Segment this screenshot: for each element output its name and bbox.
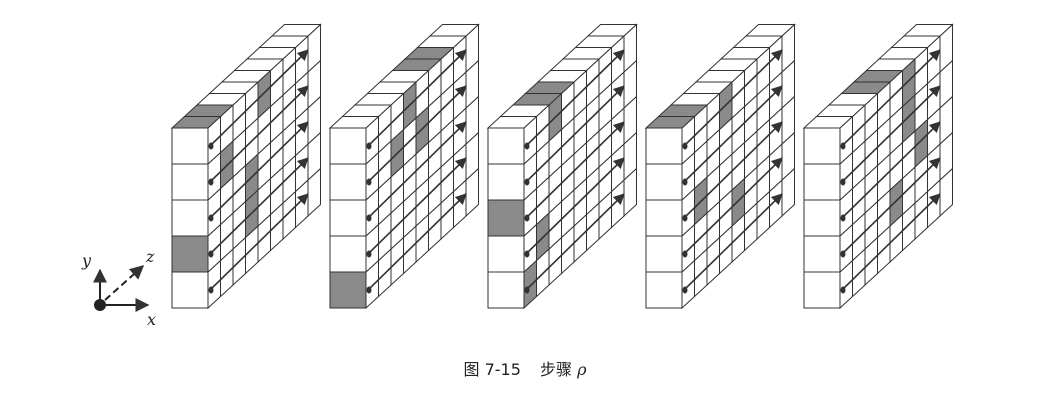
front-cell <box>487 271 525 309</box>
front-cell <box>645 199 683 237</box>
lane-start-dot <box>840 178 846 186</box>
z-axis-arrow <box>104 265 145 301</box>
lane-start-dot <box>524 178 530 186</box>
lane-start-dot <box>208 214 214 222</box>
panel-3 <box>486 23 638 310</box>
front-cell <box>329 127 367 165</box>
front-cell <box>645 127 683 165</box>
panel-4 <box>644 23 796 310</box>
lane-start-dot <box>208 142 214 150</box>
front-cell <box>487 127 525 165</box>
front-cell <box>487 199 525 237</box>
lane-start-dot <box>840 250 846 258</box>
figure-title: 步骤 <box>539 360 572 379</box>
x-axis-label: x <box>147 310 156 329</box>
lane-start-dot <box>840 286 846 294</box>
lane-start-dot <box>524 142 530 150</box>
lane-start-dot <box>208 286 214 294</box>
lane-start-dot <box>682 286 688 294</box>
front-cell <box>329 271 367 309</box>
lane-start-dot <box>682 214 688 222</box>
front-cell <box>171 235 209 273</box>
panel-1 <box>170 23 322 310</box>
lane-start-dot <box>682 250 688 258</box>
y-axis-label: y <box>81 251 92 270</box>
z-axis-label: z <box>145 247 155 266</box>
lane-start-dot <box>366 250 372 258</box>
lane-start-dot <box>682 178 688 186</box>
panel-2 <box>328 23 480 310</box>
front-cell <box>171 271 209 309</box>
front-cell <box>803 235 841 273</box>
lane-start-dot <box>208 250 214 258</box>
front-cell <box>171 127 209 165</box>
figure-caption: 图 7-15 步骤 ρ <box>0 356 1050 380</box>
lane-start-dot <box>524 250 530 258</box>
lane-start-dot <box>524 286 530 294</box>
rho-symbol: ρ <box>577 360 587 379</box>
front-cell <box>487 235 525 273</box>
front-cell <box>803 163 841 201</box>
front-cell <box>329 163 367 201</box>
axis-origin-dot <box>94 299 106 311</box>
front-cell <box>329 235 367 273</box>
lane-start-dot <box>366 286 372 294</box>
lane-start-dot <box>366 178 372 186</box>
lane-start-dot <box>840 214 846 222</box>
front-cell <box>803 271 841 309</box>
figure-number: 图 7-15 <box>463 360 521 379</box>
axis-legend: y z x <box>81 247 156 329</box>
front-cell <box>171 199 209 237</box>
rho-step-diagram: y z x <box>81 23 954 329</box>
lane-start-dot <box>524 214 530 222</box>
front-cell <box>645 163 683 201</box>
lane-start-dot <box>682 142 688 150</box>
front-cell <box>487 163 525 201</box>
lane-start-dot <box>366 142 372 150</box>
lane-start-dot <box>208 178 214 186</box>
lane-start-dot <box>366 214 372 222</box>
state-panels <box>170 23 954 310</box>
front-cell <box>171 163 209 201</box>
lane-start-dot <box>840 142 846 150</box>
front-cell <box>645 271 683 309</box>
panel-5 <box>802 23 954 310</box>
front-cell <box>803 127 841 165</box>
front-cell <box>329 199 367 237</box>
front-cell <box>645 235 683 273</box>
front-cell <box>803 199 841 237</box>
